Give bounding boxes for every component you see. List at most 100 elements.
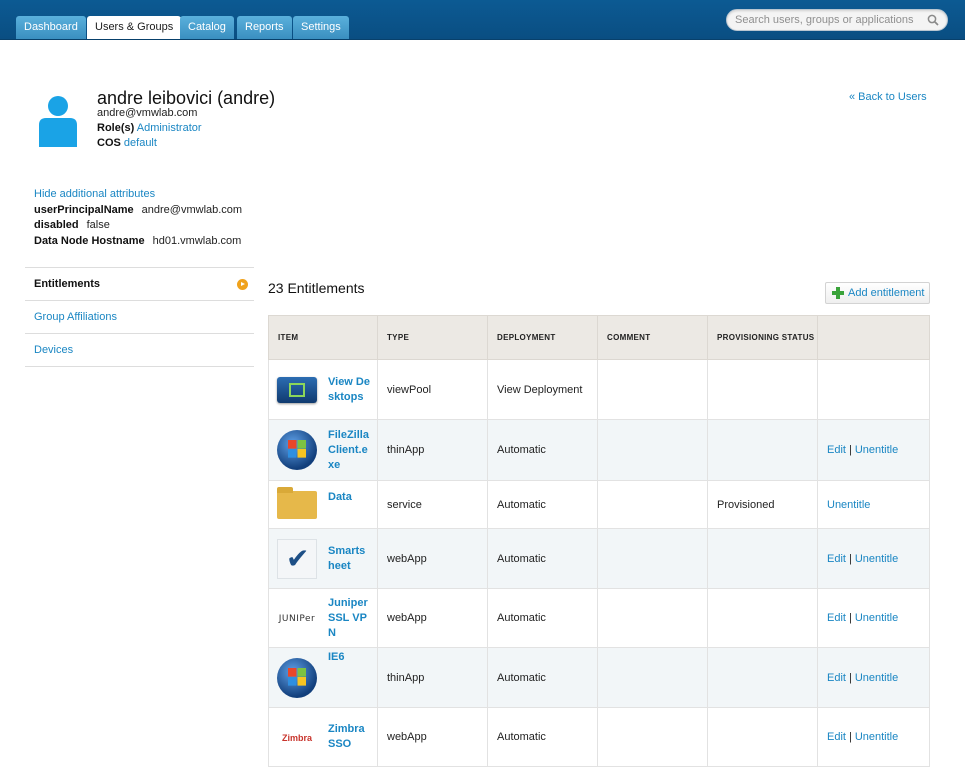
type-cell: webApp: [377, 588, 488, 648]
unentitle-link[interactable]: Unentitle: [855, 612, 898, 624]
column-header-type[interactable]: TYPE: [377, 315, 488, 360]
attribute-value: andre@vmwlab.com: [141, 203, 243, 216]
zimbra-logo: Zimbra: [281, 733, 312, 743]
role-link[interactable]: Administrator: [137, 122, 202, 134]
table-row: JUNIPer Juniper SSL VPN webApp Automatic…: [268, 588, 930, 648]
type-cell: webApp: [377, 707, 488, 767]
add-entitlement-button[interactable]: Add entitlement: [825, 282, 930, 304]
edit-link[interactable]: Edit: [827, 444, 846, 456]
status-cell: [707, 588, 818, 648]
edit-link[interactable]: Edit: [827, 731, 846, 743]
attribute-key: disabled: [34, 219, 79, 231]
comment-cell: [597, 480, 708, 529]
edit-link[interactable]: Edit: [827, 612, 846, 624]
item-cell: Smartsheet: [268, 528, 378, 589]
unentitle-link[interactable]: Unentitle: [855, 672, 898, 684]
item-name-link[interactable]: Smartsheet: [328, 544, 372, 574]
deployment-cell: Automatic: [487, 419, 598, 481]
column-header-actions: [817, 315, 930, 360]
view-desktop-icon: [277, 377, 317, 403]
arrow-right-icon: [237, 279, 248, 290]
windows-icon: [277, 658, 317, 698]
column-header-deployment[interactable]: DEPLOYMENT: [487, 315, 598, 360]
attribute-value: hd01.vmwlab.com: [152, 234, 242, 247]
deployment-cell: Automatic: [487, 707, 598, 767]
edit-link[interactable]: Edit: [827, 553, 846, 565]
user-avatar-icon: [39, 96, 77, 147]
tab-reports[interactable]: Reports: [237, 16, 292, 39]
deployment-cell: View Deployment: [487, 359, 598, 420]
actions-cell: Unentitle: [817, 480, 930, 529]
user-email: andre@vmwlab.com: [97, 107, 198, 119]
item-cell: Zimbra Zimbra SSO: [268, 707, 378, 767]
item-cell: JUNIPer Juniper SSL VPN: [268, 588, 378, 648]
cos-link[interactable]: default: [124, 137, 157, 149]
unentitle-link[interactable]: Unentitle: [855, 444, 898, 456]
type-cell: thinApp: [377, 647, 488, 708]
item-name-link[interactable]: Zimbra SSO: [328, 722, 372, 752]
status-cell: [707, 359, 818, 420]
tab-settings[interactable]: Settings: [293, 16, 349, 39]
smartsheet-icon: [277, 539, 317, 579]
top-navigation-bar: Dashboard Users & Groups Catalog Reports…: [0, 0, 965, 40]
comment-cell: [597, 528, 708, 589]
column-header-item[interactable]: ITEM: [268, 315, 378, 360]
item-cell: IE6: [268, 647, 378, 708]
tab-dashboard[interactable]: Dashboard: [16, 16, 86, 39]
attribute-value: false: [86, 219, 110, 231]
add-entitlement-label: Add entitlement: [848, 287, 925, 299]
type-cell: webApp: [377, 528, 488, 589]
unentitle-link[interactable]: Unentitle: [827, 499, 870, 511]
windows-icon: [277, 430, 317, 470]
item-name-link[interactable]: View Desktops: [328, 375, 372, 405]
edit-link[interactable]: Edit: [827, 672, 846, 684]
item-name-link[interactable]: Juniper SSL VPN: [328, 596, 372, 641]
comment-cell: [597, 707, 708, 767]
table-row: FileZilla Client.exe thinApp Automatic E…: [268, 419, 930, 481]
tab-catalog[interactable]: Catalog: [180, 16, 234, 39]
item-name-link[interactable]: Data: [328, 490, 372, 505]
table-row: Smartsheet webApp Automatic Edit|Unentit…: [268, 528, 930, 589]
comment-cell: [597, 359, 708, 420]
item-cell: View Desktops: [268, 359, 378, 420]
sidenav-item-entitlements[interactable]: Entitlements: [25, 268, 254, 301]
column-header-comment[interactable]: COMMENT: [597, 315, 708, 360]
hide-attributes-link[interactable]: Hide additional attributes: [34, 187, 242, 203]
status-cell: [707, 707, 818, 767]
type-cell: viewPool: [377, 359, 488, 420]
back-to-users-link[interactable]: « Back to Users: [849, 91, 927, 103]
comment-cell: [597, 588, 708, 648]
attribute-row: disabled false: [34, 218, 242, 234]
item-name-link[interactable]: FileZilla Client.exe: [328, 428, 372, 473]
attribute-row: Data Node Hostname hd01.vmwlab.com: [34, 234, 242, 250]
juniper-logo: JUNIPer: [278, 614, 316, 624]
unentitle-link[interactable]: Unentitle: [855, 731, 898, 743]
search-icon[interactable]: [927, 14, 939, 26]
user-role: Role(s) Administrator: [97, 122, 202, 134]
sidenav-item-devices[interactable]: Devices: [25, 334, 254, 367]
attribute-key: Data Node Hostname: [34, 234, 145, 247]
item-name-link[interactable]: IE6: [328, 650, 372, 665]
table-row: Data service Automatic Provisioned Unent…: [268, 480, 930, 529]
plus-icon: [832, 287, 844, 299]
sidenav-item-group-affiliations[interactable]: Group Affiliations: [25, 301, 254, 334]
actions-cell: Edit | Unentitle: [817, 647, 930, 708]
item-cell: Data: [268, 480, 378, 529]
tab-users-groups[interactable]: Users & Groups: [87, 16, 182, 39]
column-header-provisioning-status[interactable]: PROVISIONING STATUS: [707, 315, 818, 360]
role-label: Role(s): [97, 122, 135, 134]
deployment-cell: Automatic: [487, 588, 598, 648]
folder-icon: [277, 487, 317, 519]
search-input[interactable]: [727, 10, 917, 30]
actions-cell: Edit | Unentitle: [817, 419, 930, 481]
user-display-name: andre leibovici (andre): [97, 88, 276, 108]
deployment-cell: Automatic: [487, 647, 598, 708]
status-cell: [707, 419, 818, 481]
deployment-cell: Automatic: [487, 480, 598, 529]
attribute-row: userPrincipalName andre@vmwlab.com: [34, 203, 242, 219]
unentitle-link[interactable]: Unentitle: [855, 553, 898, 565]
actions-cell: Edit | Unentitle: [817, 588, 930, 648]
item-cell: FileZilla Client.exe: [268, 419, 378, 481]
actions-cell: Edit | Unentitle: [817, 707, 930, 767]
status-cell: [707, 647, 818, 708]
